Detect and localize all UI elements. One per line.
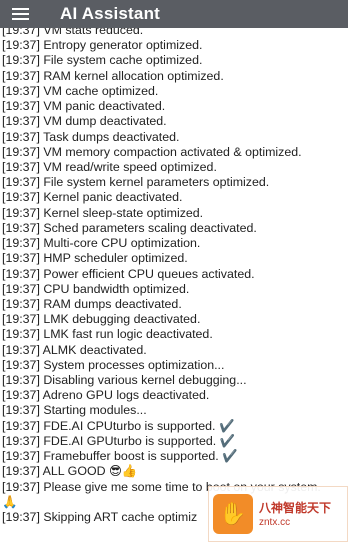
app-screen: AI Assistant [19:37] VM stats reduced. [1…: [0, 0, 348, 542]
log-line: [19:37] CPU bandwidth optimized.: [2, 281, 190, 296]
log-line: [19:37] ALL GOOD 😎👍: [2, 464, 138, 479]
log-lines: [19:37] VM stats reduced. [19:37] Entropy…: [2, 28, 346, 525]
watermark-text: 八神智能天下: [259, 500, 332, 515]
log-line: [19:37] VM memory compaction activated &…: [2, 144, 302, 159]
log-line: [19:37] Starting modules...: [2, 403, 147, 418]
log-output[interactable]: [19:37] VM stats reduced. [19:37] Entropy…: [0, 28, 348, 542]
log-line: [19:37] Kernel sleep-state optimized.: [2, 205, 204, 220]
log-line: [19:37] Adreno GPU logs deactivated.: [2, 388, 210, 403]
log-line: [19:37] Power efficient CPU queues activ…: [2, 266, 255, 281]
log-line: [19:37] RAM dumps deactivated.: [2, 296, 182, 311]
app-title: AI Assistant: [60, 4, 161, 23]
log-line: [19:37] Entropy generator optimized.: [2, 38, 203, 53]
log-line: [19:37] FDE.AI CPUturbo is supported. ✔️: [2, 418, 235, 433]
log-line: [19:37] ALMK deactivated.: [2, 342, 147, 357]
log-line: [19:37] Disabling various kernel debuggi…: [2, 373, 247, 388]
app-toolbar: AI Assistant: [0, 0, 348, 28]
log-line: [19:37] Multi-core CPU optimization.: [2, 236, 201, 251]
log-line: [19:37] VM stats reduced.: [2, 28, 144, 37]
log-line: [19:37] Kernel panic deactivated.: [2, 190, 183, 205]
log-line: [19:37] FDE.AI GPUturbo is supported. ✔️: [2, 433, 236, 448]
log-line: [19:37] VM panic deactivated.: [2, 99, 166, 114]
hamburger-menu-icon[interactable]: [12, 0, 34, 28]
log-line: [19:37] VM dump deactivated.: [2, 114, 167, 129]
log-line: [19:37] HMP scheduler optimized.: [2, 251, 188, 266]
log-line: [19:37] VM read/write speed optimized.: [2, 159, 217, 174]
log-line: [19:37] RAM kernel allocation optimized.: [2, 68, 224, 83]
log-line: [19:37] VM cache optimized.: [2, 83, 159, 98]
log-line: [19:37] File system kernel parameters op…: [2, 175, 270, 190]
log-line: [19:37] Task dumps deactivated.: [2, 129, 180, 144]
log-line: [19:37] File system cache optimized.: [2, 53, 203, 68]
watermark-url: zntx.cc: [259, 516, 291, 528]
log-line: [19:37] LMK debugging deactivated.: [2, 312, 201, 327]
watermark: ✋ 八神智能天下 zntx.cc: [208, 486, 348, 542]
log-line: [19:37] Sched parameters scaling deactiv…: [2, 220, 257, 235]
log-line: [19:37] System processes optimization...: [2, 357, 225, 372]
log-line: [19:37] LMK fast run logic deactivated.: [2, 327, 213, 342]
log-line: [19:37] Framebuffer boost is supported. …: [2, 449, 238, 464]
hand-logo-icon: ✋: [213, 494, 253, 534]
